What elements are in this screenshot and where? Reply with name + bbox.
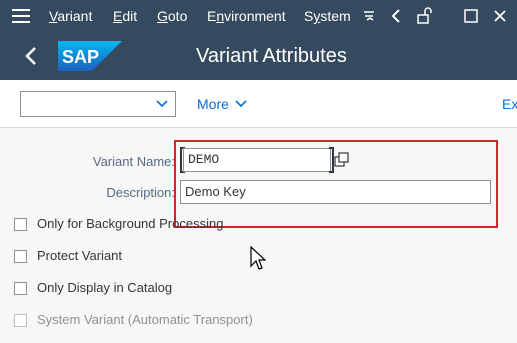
checkbox[interactable] — [14, 282, 27, 295]
highlight-box — [174, 140, 498, 228]
checkbox-label: Only Display in Catalog — [37, 280, 173, 295]
menu-variant[interactable]: Variant — [49, 8, 92, 24]
checkbox-label: System Variant (Automatic Transport) — [37, 312, 253, 327]
sap-logo: SAP — [58, 41, 122, 71]
menu-environment[interactable]: Environment — [207, 8, 286, 24]
exit-button[interactable]: Ex — [502, 96, 517, 112]
chevron-down-icon — [156, 100, 168, 108]
toolbar: More Ex — [0, 80, 517, 128]
menu-bar: Variant Edit Goto Environment System — [0, 0, 517, 32]
menu-system[interactable]: System — [304, 8, 351, 24]
more-icon[interactable] — [360, 6, 380, 26]
menu-icon[interactable] — [12, 9, 30, 23]
checkbox-label: Only for Background Processing — [37, 216, 224, 231]
page-title: Variant Attributes — [196, 45, 347, 67]
description-label: Description: — [106, 185, 175, 200]
back-icon[interactable] — [22, 45, 40, 67]
svg-text:SAP: SAP — [62, 47, 99, 67]
restore-window-icon[interactable] — [461, 6, 481, 26]
unlock-icon[interactable] — [415, 6, 435, 26]
mouse-cursor-icon — [250, 245, 267, 272]
checkbox-protect-variant[interactable]: Protect Variant — [14, 248, 314, 266]
more-button[interactable]: More — [197, 96, 229, 112]
variant-name-label: Variant Name: — [92, 154, 175, 169]
checkbox — [14, 314, 27, 327]
close-icon[interactable] — [490, 6, 510, 26]
checkbox-system-variant: System Variant (Automatic Transport) — [14, 312, 314, 330]
variant-select[interactable] — [20, 91, 176, 117]
chevron-down-icon — [235, 100, 247, 108]
back-arrow-icon[interactable] — [387, 6, 407, 26]
title-bar: SAP Variant Attributes — [0, 32, 517, 80]
checkbox-display-in-catalog[interactable]: Only Display in Catalog — [14, 280, 314, 298]
checkbox-label: Protect Variant — [37, 248, 123, 263]
menu-goto[interactable]: Goto — [157, 8, 187, 24]
checkbox[interactable] — [14, 250, 27, 263]
menu-edit[interactable]: Edit — [113, 8, 137, 24]
checkbox-background-processing[interactable]: Only for Background Processing — [14, 216, 314, 234]
checkbox[interactable] — [14, 218, 27, 231]
